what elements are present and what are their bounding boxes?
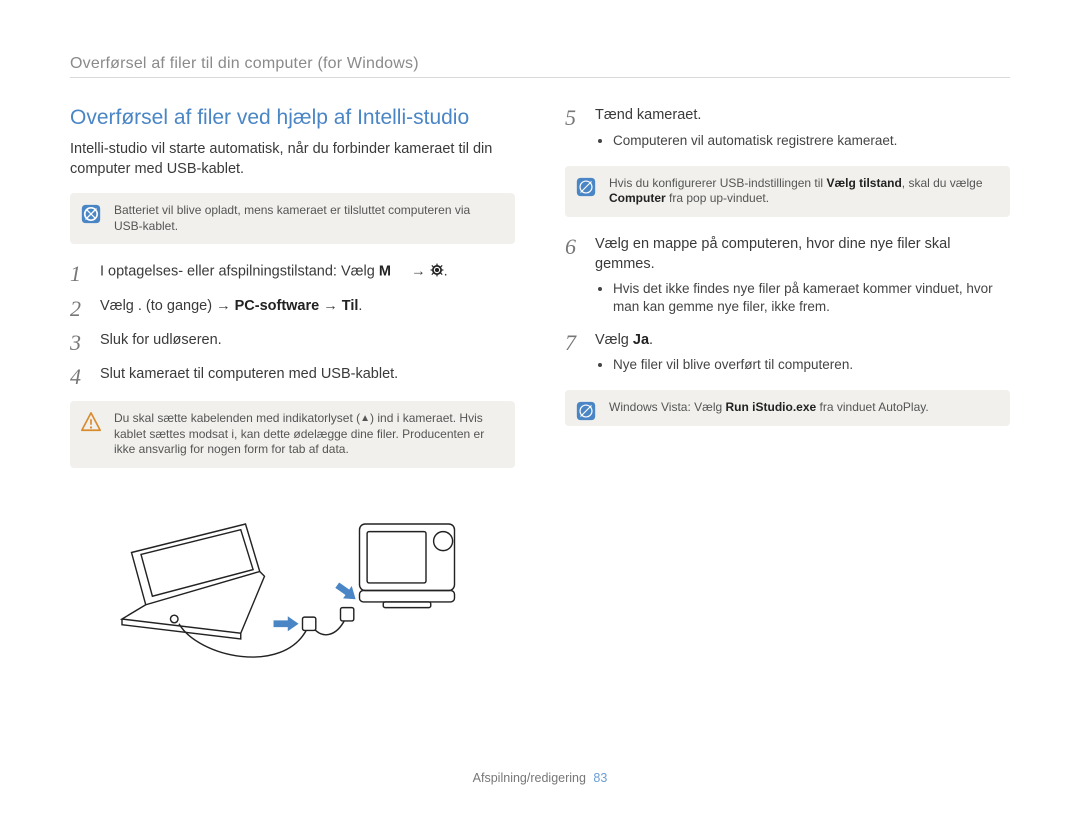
up-triangle-icon: ▲ bbox=[360, 413, 370, 424]
content-columns: Overførsel af filer ved hjælp af Intelli… bbox=[70, 106, 1010, 671]
steps-right-cont: 6 Vælg en mappe på computeren, hvor dine… bbox=[565, 235, 1010, 378]
connection-illustration bbox=[70, 486, 515, 672]
step-number: 6 bbox=[565, 235, 583, 259]
step-sub: Hvis det ikke findes nye filer på kamera… bbox=[613, 280, 1010, 316]
page-number: 83 bbox=[593, 771, 607, 785]
step-text: Vælg Ja. Nye filer vil blive overført ti… bbox=[595, 331, 1010, 379]
footer-label: Afspilning/redigering bbox=[473, 771, 586, 785]
step-number: 7 bbox=[565, 331, 583, 355]
step-sub: Nye filer vil blive overført til compute… bbox=[613, 356, 1010, 374]
step-number: 5 bbox=[565, 106, 583, 130]
intro-text: Intelli-studio vil starte automatisk, nå… bbox=[70, 140, 515, 179]
note-vista: Windows Vista: Vælg Run iStudio.exe fra … bbox=[565, 390, 1010, 426]
note-battery: Batteriet vil blive opladt, mens kamerae… bbox=[70, 193, 515, 244]
step-7: 7 Vælg Ja. Nye filer vil blive overført … bbox=[565, 331, 1010, 379]
step-4: 4 Slut kameraet til computeren med USB-k… bbox=[70, 365, 515, 389]
info-icon bbox=[80, 203, 102, 225]
right-column: 5 Tænd kameraet. Computeren vil automati… bbox=[565, 106, 1010, 671]
note-text: Windows Vista: Vælg Run iStudio.exe fra … bbox=[609, 400, 929, 414]
step-number: 3 bbox=[70, 331, 88, 355]
manual-page: Overførsel af filer til din computer (fo… bbox=[0, 0, 1080, 815]
page-footer: Afspilning/redigering 83 bbox=[0, 771, 1080, 785]
step-text: Tænd kameraet. Computeren vil automatisk… bbox=[595, 106, 1010, 154]
info-icon bbox=[575, 176, 597, 198]
note-usb-mode: Hvis du konfigurerer USB-indstillingen t… bbox=[565, 166, 1010, 217]
step-2: 2 Vælg . (to gange) → PC-software → Til. bbox=[70, 297, 515, 321]
note-text: Batteriet vil blive opladt, mens kamerae… bbox=[114, 203, 470, 233]
section-title: Overførsel af filer ved hjælp af Intelli… bbox=[70, 106, 515, 130]
note-warning: Du skal sætte kabelenden med indikatorly… bbox=[70, 401, 515, 468]
step-1: 1 I optagelses- eller afspilningstilstan… bbox=[70, 262, 515, 286]
step-number: 2 bbox=[70, 297, 88, 321]
step-5: 5 Tænd kameraet. Computeren vil automati… bbox=[565, 106, 1010, 154]
steps-right: 5 Tænd kameraet. Computeren vil automati… bbox=[565, 106, 1010, 154]
step-number: 1 bbox=[70, 262, 88, 286]
step-3: 3 Sluk for udløseren. bbox=[70, 331, 515, 355]
step-number: 4 bbox=[70, 365, 88, 389]
steps-left: 1 I optagelses- eller afspilningstilstan… bbox=[70, 262, 515, 389]
step-sub: Computeren vil automatisk registrere kam… bbox=[613, 132, 1010, 150]
breadcrumb: Overførsel af filer til din computer (fo… bbox=[70, 55, 1010, 73]
info-icon bbox=[575, 400, 597, 422]
gear-icon bbox=[430, 262, 444, 282]
step-text: Sluk for udløseren. bbox=[100, 331, 515, 351]
left-column: Overførsel af filer ved hjælp af Intelli… bbox=[70, 106, 515, 671]
step-text: Vælg en mappe på computeren, hvor dine n… bbox=[595, 235, 1010, 321]
note-text: Hvis du konfigurerer USB-indstillingen t… bbox=[609, 176, 983, 206]
warning-icon bbox=[80, 411, 102, 433]
menu-letter: M bbox=[379, 264, 391, 280]
step-text: Vælg . (to gange) → PC-software → Til. bbox=[100, 297, 515, 317]
step-text: Slut kameraet til computeren med USB-kab… bbox=[100, 365, 515, 385]
step-text: I optagelses- eller afspilningstilstand:… bbox=[100, 262, 515, 282]
step-6: 6 Vælg en mappe på computeren, hvor dine… bbox=[565, 235, 1010, 321]
note-text: Du skal sætte kabelenden med indikatorly… bbox=[114, 411, 484, 456]
divider bbox=[70, 77, 1010, 78]
